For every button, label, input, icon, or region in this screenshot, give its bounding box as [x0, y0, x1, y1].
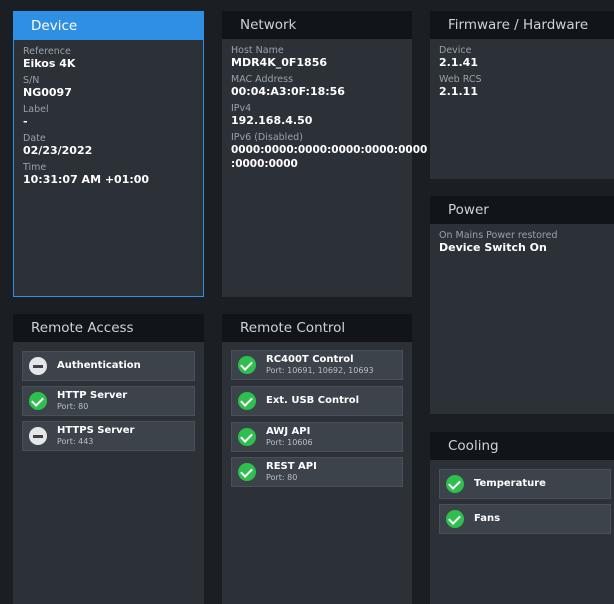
mains-power-label: On Mains Power restored [439, 230, 558, 241]
firmware-device-value: 2.1.41 [439, 56, 478, 69]
label-value: - [23, 115, 28, 128]
check-circle-icon [238, 428, 256, 446]
power-panel-title: Power [430, 196, 614, 224]
serial-value: NG0097 [23, 86, 72, 99]
web-rcs-value: 2.1.11 [439, 85, 478, 98]
service-name: REST API [266, 461, 317, 472]
remote-control-panel-title: Remote Control [222, 314, 412, 342]
ipv6-label: IPv6 (Disabled) [231, 132, 303, 143]
remote-access-panel-title: Remote Access [13, 314, 204, 342]
status-dashboard: { "device": { "title": "Device", "fields… [0, 0, 614, 604]
check-circle-icon [238, 392, 256, 410]
check-circle-icon [238, 463, 256, 481]
service-name: HTTP Server [57, 390, 128, 401]
service-name: Ext. USB Control [266, 395, 360, 406]
cooling-name: Temperature [474, 478, 546, 489]
check-circle-icon [446, 475, 464, 493]
device-panel-title: Device [13, 11, 204, 40]
service-ext-usb-control[interactable]: Ext. USB Control [231, 386, 403, 416]
service-port: Port: 10606 [266, 438, 313, 447]
cooling-fans[interactable]: Fans [439, 504, 611, 534]
service-port: Port: 80 [266, 473, 298, 482]
device-fields: Reference Eikos 4K S/N NG0097 Label - Da… [14, 46, 203, 187]
ipv6-value: 0000:0000:0000:0000:0000:0000 :0000:0000 [231, 144, 428, 170]
service-http-server[interactable]: HTTP Server Port: 80 [22, 386, 195, 416]
service-awj-api[interactable]: AWJ API Port: 10606 [231, 422, 403, 452]
service-port: Port: 443 [57, 437, 94, 446]
service-rest-api[interactable]: REST API Port: 80 [231, 457, 403, 487]
service-name: Authentication [57, 360, 141, 371]
check-circle-icon [238, 356, 256, 374]
cooling-temperature[interactable]: Temperature [439, 469, 611, 499]
device-panel[interactable]: Device Reference Eikos 4K S/N NG0097 Lab… [13, 11, 204, 297]
hostname-label: Host Name [231, 45, 284, 56]
check-circle-icon [446, 510, 464, 528]
firmware-fields: Device 2.1.41 Web RCS 2.1.11 [430, 45, 614, 99]
serial-label: S/N [23, 75, 40, 86]
time-value: 10:31:07 AM +01:00 [23, 173, 150, 186]
service-authentication[interactable]: Authentication [22, 351, 195, 381]
label-label: Label [23, 104, 49, 115]
cooling-name: Fans [474, 513, 501, 524]
date-label: Date [23, 133, 46, 144]
cooling-panel[interactable]: Cooling Temperature Fans [430, 432, 614, 604]
firmware-device-label: Device [439, 45, 472, 56]
firmware-panel[interactable]: Firmware / Hardware Device 2.1.41 Web RC… [430, 11, 614, 179]
power-panel[interactable]: Power On Mains Power restored Device Swi… [430, 196, 614, 414]
remote-access-panel[interactable]: Remote Access Authentication HTTP Server… [13, 314, 204, 604]
network-panel[interactable]: Network Host Name MDR4K_0F1856 MAC Addre… [222, 11, 428, 297]
hostname-value: MDR4K_0F1856 [231, 56, 328, 69]
service-name: RC400T Control [266, 354, 354, 365]
firmware-panel-title: Firmware / Hardware [430, 11, 614, 39]
cooling-panel-title: Cooling [430, 432, 614, 460]
ipv4-label: IPv4 [231, 103, 252, 114]
ipv4-value: 192.168.4.50 [231, 114, 313, 127]
service-name: HTTPS Server [57, 425, 135, 436]
web-rcs-label: Web RCS [439, 74, 482, 85]
power-fields: On Mains Power restored Device Switch On [430, 230, 614, 255]
mac-label: MAC Address [231, 74, 294, 85]
remote-control-panel[interactable]: Remote Control RC400T Control Port: 1069… [222, 314, 412, 604]
minus-circle-icon [29, 427, 47, 445]
mac-value: 00:04:A3:0F:18:56 [231, 85, 345, 98]
network-fields: Host Name MDR4K_0F1856 MAC Address 00:04… [222, 45, 428, 171]
time-label: Time [23, 162, 47, 173]
service-https-server[interactable]: HTTPS Server Port: 443 [22, 421, 195, 451]
service-rc400t-control[interactable]: RC400T Control Port: 10691, 10692, 10693 [231, 350, 403, 380]
network-panel-title: Network [222, 11, 412, 39]
date-value: 02/23/2022 [23, 144, 93, 157]
service-port: Port: 80 [57, 402, 89, 411]
minus-circle-icon [29, 357, 47, 375]
service-name: AWJ API [266, 426, 311, 437]
mains-power-value: Device Switch On [439, 241, 547, 254]
service-port: Port: 10691, 10692, 10693 [266, 366, 374, 375]
reference-label: Reference [23, 46, 71, 57]
reference-value: Eikos 4K [23, 57, 76, 70]
check-circle-icon [29, 392, 47, 410]
